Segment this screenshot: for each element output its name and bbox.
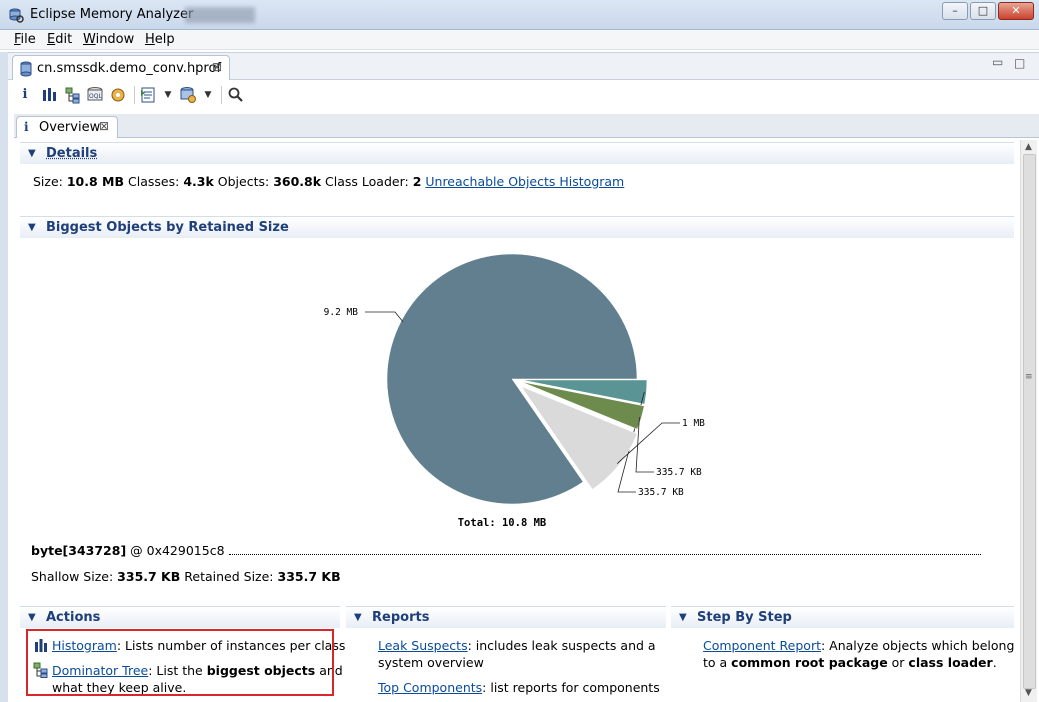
actions-section-header[interactable]: ▼ Actions	[20, 606, 340, 628]
menu-window[interactable]: Window	[83, 32, 134, 47]
collapse-triangle-icon[interactable]: ▼	[28, 612, 36, 623]
reports-heading: Reports	[372, 610, 430, 625]
leak-suspects-link[interactable]: Leak Suspects	[378, 638, 468, 653]
run-report-icon[interactable]	[140, 86, 158, 104]
step-component-report-line2: to a common root package or class loader…	[703, 655, 997, 670]
heap-dump-icon	[20, 61, 32, 77]
retained-size: 335.7 KB	[277, 569, 341, 584]
overview-info-icon[interactable]: i	[16, 86, 34, 104]
biggest-objects-heading: Biggest Objects by Retained Size	[46, 220, 289, 235]
object-address: @ 0x429015c8	[130, 543, 225, 558]
menu-edit[interactable]: Edit	[47, 32, 72, 47]
menu-help[interactable]: Help	[145, 32, 175, 47]
highlight-box	[26, 629, 334, 696]
toolbar-separator	[221, 86, 222, 104]
tab-overview-label: Overview	[39, 120, 101, 135]
dotted-leader	[228, 547, 981, 555]
toolbar: i OQL ▼ ▼	[8, 80, 1039, 110]
menu-file[interactable]: File	[14, 32, 36, 47]
editor-minimize-icon[interactable]: ▭	[992, 55, 1003, 69]
top-components-link[interactable]: Top Components	[378, 680, 482, 695]
close-button[interactable]: ✕	[998, 2, 1034, 20]
details-section-header[interactable]: ▼ Details	[20, 142, 1014, 164]
unreachable-objects-histogram-link[interactable]: Unreachable Objects Histogram	[425, 174, 624, 189]
run-report-dropdown-icon[interactable]: ▼	[159, 86, 177, 104]
scrollbar-grip-icon: ≡	[1025, 372, 1033, 382]
collapse-triangle-icon[interactable]: ▼	[28, 222, 36, 233]
class-count: 4.3k	[183, 174, 214, 189]
collapse-triangle-icon[interactable]: ▼	[354, 612, 362, 623]
dominator-tree-icon[interactable]	[64, 86, 82, 104]
oql-icon[interactable]: OQL	[86, 86, 104, 104]
details-heading: Details	[46, 146, 98, 161]
scrollbar-thumb[interactable]	[1023, 154, 1036, 689]
shallow-size: 335.7 KB	[117, 569, 181, 584]
pie-slice-label: 1 MB	[682, 418, 705, 429]
window-title: Eclipse Memory Analyzer	[30, 7, 194, 22]
object-name: byte[343728]	[31, 543, 127, 558]
heap-size: 10.8 MB	[66, 174, 125, 189]
step-by-step-heading: Step By Step	[697, 610, 792, 625]
editor-tab-hprof[interactable]: cn.smssdk.demo_conv.hprof ⊠	[12, 55, 230, 80]
object-size-line: Shallow Size: 335.7 KB Retained Size: 33…	[31, 569, 341, 584]
window-frame-edge	[0, 52, 8, 702]
search-icon[interactable]	[227, 86, 245, 104]
editor-tab-bar: cn.smssdk.demo_conv.hprof ⊠ ▭ □	[8, 52, 1039, 80]
actions-heading: Actions	[46, 610, 101, 625]
collapse-triangle-icon[interactable]: ▼	[28, 148, 36, 159]
step-component-report: Component Report: Analyze objects which …	[703, 638, 1015, 653]
retained-size-pie-chart[interactable]: 9.2 MB 335.7 KB 335.7 KB 1 MB Total: 10.8 MB	[300, 240, 760, 540]
biggest-object-row[interactable]: byte[343728] @ 0x429015c8	[31, 543, 981, 558]
tab-overview[interactable]: i Overview ⊠	[16, 116, 118, 139]
histogram-icon[interactable]	[40, 86, 58, 104]
report-leak-suspects-line2: system overview	[378, 655, 484, 670]
menu-bar: File Edit Window Help	[0, 30, 1039, 50]
view-tab-bar: i Overview ⊠	[14, 114, 1039, 139]
pie-leader-line	[365, 311, 404, 323]
step-by-step-section-header[interactable]: ▼ Step By Step	[671, 606, 1014, 628]
scroll-down-icon[interactable]: ▼	[1025, 688, 1032, 698]
pie-total-label: Total: 10.8 MB	[458, 517, 547, 529]
query-browser-icon[interactable]	[179, 86, 197, 104]
object-count: 360.8k	[273, 174, 322, 189]
collapse-triangle-icon[interactable]: ▼	[679, 612, 687, 623]
vertical-scrollbar[interactable]: ▲ ≡ ▼	[1020, 140, 1037, 702]
maximize-button[interactable]: □	[970, 2, 996, 20]
obscured-title-region	[185, 7, 255, 23]
editor-maximize-icon[interactable]: □	[1014, 56, 1025, 70]
pie-slice-label: 9.2 MB	[324, 307, 359, 318]
tab-overview-close-icon[interactable]: ⊠	[99, 119, 109, 133]
reports-section-header[interactable]: ▼ Reports	[346, 606, 666, 628]
title-bar: Eclipse Memory Analyzer – □ ✕	[0, 0, 1039, 30]
details-summary-line: Size: 10.8 MB Classes: 4.3k Objects: 360…	[33, 174, 625, 189]
query-browser-dropdown-icon[interactable]: ▼	[199, 86, 217, 104]
pie-slice-label: 335.7 KB	[656, 467, 702, 478]
scroll-up-icon[interactable]: ▲	[1025, 142, 1032, 152]
toolbar-separator	[134, 86, 135, 104]
editor-tab-close-icon[interactable]: ⊠	[212, 60, 222, 74]
thread-overview-icon[interactable]	[109, 86, 127, 104]
memory-analyzer-app-icon	[9, 8, 24, 23]
report-leak-suspects: Leak Suspects: includes leak suspects an…	[378, 638, 656, 653]
component-report-link[interactable]: Component Report	[703, 638, 821, 653]
pie-slice-label: 335.7 KB	[638, 487, 684, 498]
class-loader-count: 2	[412, 174, 422, 189]
info-icon: i	[24, 120, 29, 134]
svg-text:OQL: OQL	[89, 93, 102, 100]
biggest-objects-section-header[interactable]: ▼ Biggest Objects by Retained Size	[20, 216, 1014, 238]
report-top-components: Top Components: list reports for compone…	[378, 680, 660, 695]
minimize-button[interactable]: –	[942, 2, 968, 20]
editor-tab-label: cn.smssdk.demo_conv.hprof	[37, 61, 222, 76]
